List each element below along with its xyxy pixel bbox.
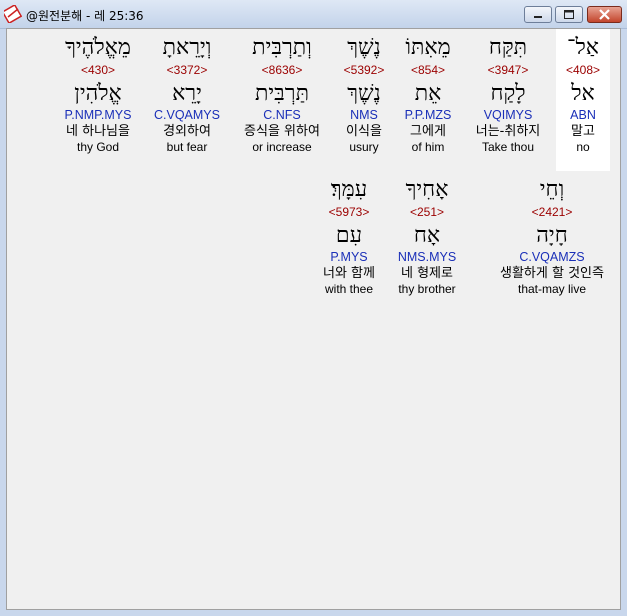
english-gloss: thy brother (398, 282, 456, 296)
word-block-1-5[interactable]: וְתַרְבִּית <8636> תַּרְבִּית C.NFS 증식을 … (231, 29, 333, 155)
english-gloss: but fear (166, 140, 208, 154)
english-gloss: that-may live (517, 282, 587, 296)
morph-code: P.MYS (330, 250, 368, 264)
korean-gloss: 생활하게 할 것인즉 (500, 266, 604, 281)
hebrew-word: אַל־ (567, 35, 599, 60)
interlinear-view[interactable]: אַל־ <408> אל ABN 말고 no תִּקַּח <3947> ל… (6, 28, 621, 610)
hebrew-word: עִמָּךְ׃ (330, 177, 368, 202)
minimize-button[interactable] (524, 6, 552, 23)
strong-number[interactable]: <251> (391, 205, 463, 219)
maximize-icon (564, 10, 574, 19)
english-gloss: Take thou (481, 140, 535, 154)
korean-gloss: 말고 (571, 124, 595, 139)
app-window: @원전분해 - 레 25:36 אַל־ <408> אל ABN 말고 no … (0, 0, 627, 616)
korean-gloss: 그에게 (410, 124, 446, 139)
hebrew-word: וְחֵי (539, 177, 565, 202)
strong-number[interactable]: <408> (556, 63, 610, 77)
morph-code: C.VQAMYS (154, 108, 220, 122)
korean-gloss: 너와 함께 (323, 266, 375, 281)
word-block-1-6[interactable]: וְיָרֵאתָ <3372> יָרֵא C.VQAMYS 경외하여 but… (147, 29, 227, 155)
morph-code: VQIMYS (483, 108, 533, 122)
lemma-word: לָקַח (490, 81, 526, 106)
minimize-icon (534, 16, 542, 18)
strong-number[interactable]: <3947> (464, 63, 552, 77)
english-gloss: thy God (76, 140, 120, 154)
strong-number[interactable]: <854> (395, 63, 461, 77)
close-icon (599, 9, 610, 20)
word-block-1-4[interactable]: נֶשֶׁךְ <5392> נֶשֶׁךְ NMS 이식을 usury (333, 29, 395, 155)
korean-gloss: 증식을 위하여 (244, 124, 320, 139)
strong-number[interactable]: <8636> (231, 63, 333, 77)
hebrew-word: וְתַרְבִּית (252, 35, 312, 60)
morph-code: P.NMP.MYS (64, 108, 132, 122)
hebrew-word: מֵאִתּוֹ (405, 35, 451, 60)
bible-book-icon (4, 5, 22, 23)
morph-code: NMS (350, 108, 378, 122)
word-block-2-1[interactable]: וְחֵי <2421> חָיָה C.VQAMZS 생활하게 할 것인즉 t… (493, 171, 611, 297)
lemma-word: חָיָה (536, 223, 568, 248)
maximize-button[interactable] (555, 6, 583, 23)
lemma-word: נֶשֶׁךְ (347, 81, 381, 106)
morph-code: ABN (570, 108, 596, 122)
english-gloss: no (576, 140, 590, 154)
lemma-word: עִם (335, 223, 363, 248)
morph-code: P.P.MZS (404, 108, 452, 122)
hebrew-word: תִּקַּח (488, 35, 528, 60)
word-block-1-3[interactable]: מֵאִתּוֹ <854> אֵת P.P.MZS 그에게 of him (395, 29, 461, 155)
lemma-word: אֱלֹהִין (74, 81, 122, 106)
strong-number[interactable]: <3372> (147, 63, 227, 77)
korean-gloss: 이식을 (346, 124, 382, 139)
hebrew-word: וְיָרֵאתָ (162, 35, 212, 60)
title-bar[interactable]: @원전분해 - 레 25:36 (0, 0, 627, 29)
morph-code: C.NFS (263, 108, 301, 122)
window-title: @원전분해 - 레 25:36 (26, 9, 144, 23)
word-block-1-1[interactable]: אַל־ <408> אל ABN 말고 no (556, 29, 610, 171)
hebrew-word: אָחִיךָ (405, 177, 449, 202)
strong-number[interactable]: <5392> (333, 63, 395, 77)
morph-code: NMS.MYS (397, 250, 457, 264)
strong-number[interactable]: <2421> (493, 205, 611, 219)
english-gloss: or increase (252, 140, 312, 154)
lemma-word: אל (571, 81, 595, 106)
close-button[interactable] (587, 6, 622, 23)
lemma-word: אָח (413, 223, 441, 248)
korean-gloss: 경외하여 (163, 124, 211, 139)
strong-number[interactable]: <5973> (313, 205, 385, 219)
korean-gloss: 네 하나님을 (66, 124, 130, 139)
lemma-word: תַּרְבִּית (254, 81, 309, 106)
word-block-1-2[interactable]: תִּקַּח <3947> לָקַח VQIMYS 너는-취하지 Take … (464, 29, 552, 155)
morph-code: C.VQAMZS (519, 250, 585, 264)
word-block-2-3[interactable]: עִמָּךְ׃ <5973> עִם P.MYS 너와 함께 with the… (313, 171, 385, 297)
word-block-2-2[interactable]: אָחִיךָ <251> אָח NMS.MYS 네 형제로 thy brot… (391, 171, 463, 297)
hebrew-word: מֵאֱלֹהֶיךָ (65, 35, 131, 60)
strong-number[interactable]: <430> (53, 63, 143, 77)
english-gloss: with thee (324, 282, 374, 296)
word-block-1-7[interactable]: מֵאֱלֹהֶיךָ <430> אֱלֹהִין P.NMP.MYS 네 하… (53, 29, 143, 155)
lemma-word: יָרֵא (172, 81, 202, 106)
english-gloss: usury (349, 140, 379, 154)
korean-gloss: 너는-취하지 (475, 124, 541, 139)
hebrew-word: נֶשֶׁךְ (347, 35, 381, 60)
english-gloss: of him (411, 140, 445, 154)
korean-gloss: 네 형제로 (401, 266, 453, 281)
lemma-word: אֵת (414, 81, 442, 106)
